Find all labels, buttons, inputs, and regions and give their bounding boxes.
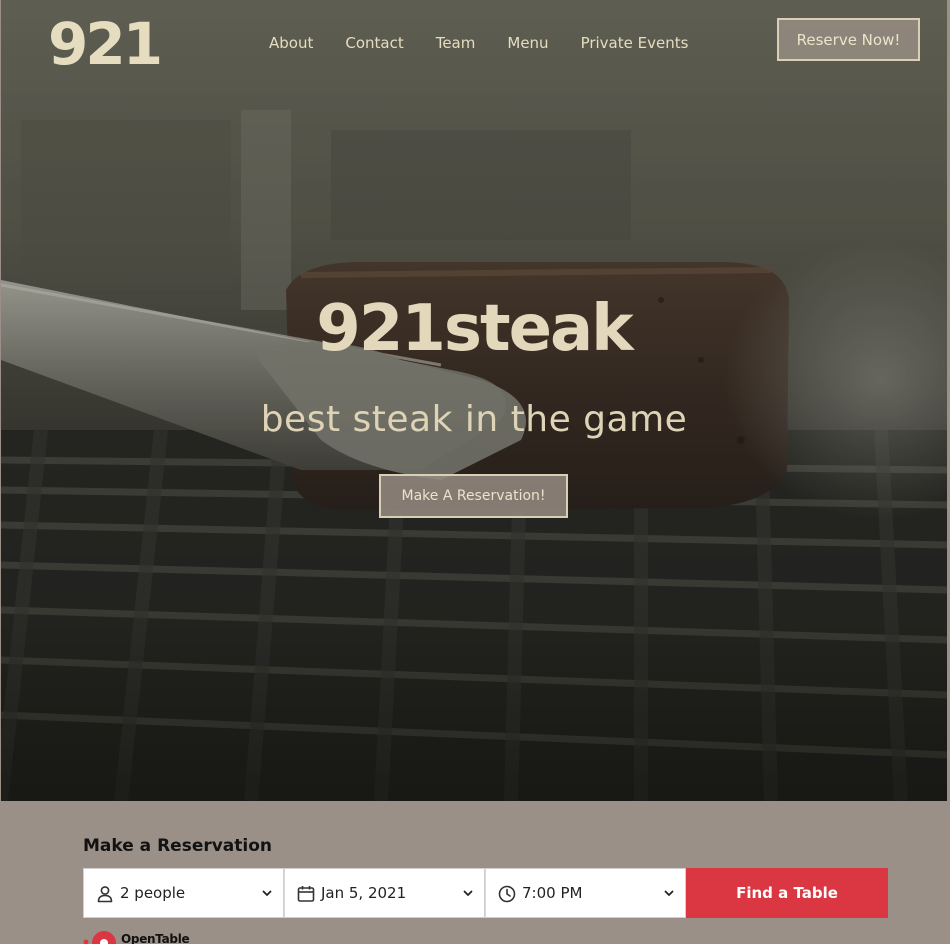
party-size-select[interactable]: 2 people <box>83 868 284 918</box>
date-select[interactable]: Jan 5, 2021 <box>284 868 485 918</box>
chevron-down-icon <box>463 890 473 896</box>
chevron-down-icon <box>664 890 674 896</box>
person-icon <box>97 886 113 903</box>
chevron-down-icon <box>262 890 272 896</box>
page: 921 About Contact Team Menu Private Even… <box>1 0 947 944</box>
nav-team[interactable]: Team <box>420 33 492 53</box>
hero-subtitle: best steak in the game <box>260 399 688 440</box>
time-select[interactable]: 7:00 PM <box>485 868 686 918</box>
date-value: Jan 5, 2021 <box>321 884 407 902</box>
nav-about[interactable]: About <box>253 33 329 53</box>
opentable-wordmark: OpenTable <box>121 932 190 944</box>
reservation-section: Make a Reservation 2 people Jan 5, 2021 … <box>1 801 947 944</box>
clock-icon <box>498 885 516 903</box>
calendar-icon <box>297 886 315 902</box>
nav-private-events[interactable]: Private Events <box>565 33 705 53</box>
main-nav: About Contact Team Menu Private Events <box>253 33 704 53</box>
reservation-heading: Make a Reservation <box>83 836 273 856</box>
opentable-logo[interactable]: OpenTable <box>83 930 190 944</box>
time-value: 7:00 PM <box>522 884 583 902</box>
find-table-button[interactable]: Find a Table <box>686 868 888 918</box>
hero-title: 921steak <box>316 292 633 366</box>
party-size-value: 2 people <box>120 884 186 902</box>
nav-contact[interactable]: Contact <box>329 33 419 53</box>
nav-menu[interactable]: Menu <box>491 33 564 53</box>
make-reservation-button[interactable]: Make A Reservation! <box>379 474 568 518</box>
reservation-form: 2 people Jan 5, 2021 7:00 PM Find a Tabl… <box>83 868 888 918</box>
site-logo[interactable]: 921 <box>48 8 163 80</box>
hero-section: 921 About Contact Team Menu Private Even… <box>1 0 947 801</box>
opentable-icon <box>83 931 116 944</box>
reserve-now-button[interactable]: Reserve Now! <box>777 18 920 61</box>
